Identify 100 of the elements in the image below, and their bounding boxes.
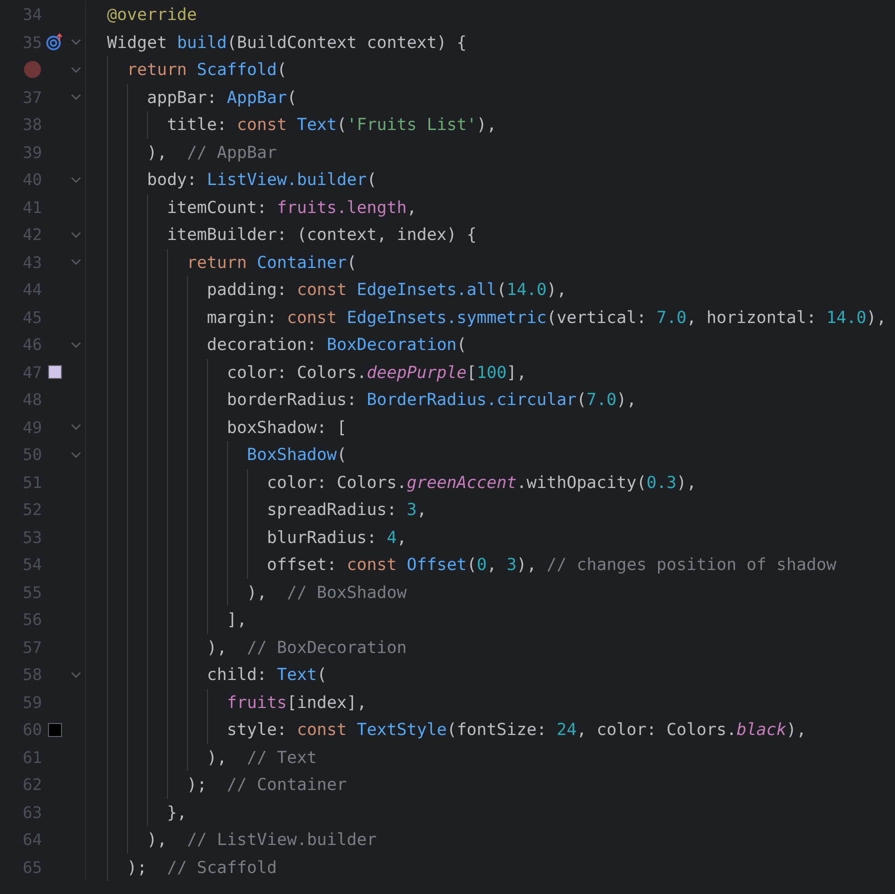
- code-text: ],: [226, 610, 247, 630]
- code-text: color: Colors.: [226, 362, 367, 382]
- code-text: ),: [546, 280, 567, 300]
- code-text: style:: [226, 720, 288, 740]
- code-text: blurRadius:: [266, 528, 378, 547]
- code-text: title:: [166, 115, 228, 134]
- code-number: 100: [476, 362, 507, 382]
- fold-chevron-icon[interactable]: [71, 452, 81, 458]
- code-keyword: const: [346, 555, 398, 574]
- code-number: 24: [556, 720, 577, 740]
- code-text: (: [496, 280, 507, 300]
- code-text: ),: [206, 748, 228, 767]
- code-identifier: Offset: [406, 555, 467, 574]
- code-text: appBar:: [146, 88, 218, 107]
- code-text: ,: [416, 500, 427, 520]
- code-text: ),: [146, 142, 168, 162]
- code-text: , horizontal:: [686, 308, 818, 327]
- code-text: Widget: [107, 32, 168, 52]
- code-text: ),: [206, 638, 228, 657]
- code-text: (: [276, 60, 287, 80]
- code-text: (: [456, 335, 467, 354]
- code-text: ,: [396, 528, 407, 547]
- code-text: padding:: [206, 280, 288, 300]
- code-identifier: Text: [276, 665, 317, 684]
- code-keyword: return: [186, 252, 248, 272]
- code-comment: // Scaffold: [166, 858, 277, 877]
- code-number: 3: [506, 555, 517, 574]
- code-text: margin:: [206, 308, 278, 327]
- fold-chevron-icon[interactable]: [71, 94, 81, 100]
- code-text: ),: [476, 115, 497, 134]
- code-text: (: [336, 115, 347, 134]
- code-identifier: Container: [256, 252, 347, 272]
- code-identifier: EdgeInsets.all: [356, 280, 497, 300]
- fold-chevron-icon[interactable]: [71, 232, 81, 238]
- code-number: 7.0: [656, 308, 686, 327]
- code-text: ),: [676, 472, 696, 492]
- code-text: [: [466, 362, 477, 382]
- code-text: (BuildContext context) {: [226, 32, 467, 52]
- code-comment: // BoxDecoration: [246, 638, 407, 657]
- code-text: (: [286, 88, 297, 107]
- code-number: 4: [386, 528, 397, 547]
- code-identifier: BorderRadius.circular: [366, 390, 577, 410]
- fold-chevron-icon[interactable]: [71, 424, 81, 430]
- code-text: (: [346, 252, 357, 272]
- code-text: ),: [866, 308, 886, 327]
- code-text: itemCount:: [166, 198, 268, 217]
- code-comment: // BoxShadow: [286, 582, 407, 602]
- code-identifier: Text: [296, 115, 337, 134]
- code-text: ),: [616, 390, 637, 410]
- code-number: 0.3: [646, 472, 676, 492]
- code-text: (vertical:: [546, 308, 648, 327]
- code-text: (: [366, 170, 377, 190]
- code-text: body:: [146, 170, 198, 190]
- code-field: fruits.length: [276, 198, 407, 217]
- code-constant: black: [736, 720, 786, 740]
- code-text: , color: Colors.: [576, 720, 736, 740]
- code-text: itemBuilder: (context, index) {: [166, 225, 477, 244]
- code-text: .withOpacity(: [516, 472, 646, 492]
- code-identifier: Scaffold: [196, 60, 277, 80]
- code-text: ),: [146, 830, 168, 850]
- code-number: 7.0: [586, 390, 617, 410]
- fold-chevron-icon[interactable]: [71, 342, 81, 348]
- code-constant: deepPurple: [366, 362, 467, 382]
- code-text: color: Colors.: [266, 472, 407, 492]
- code-text: (: [316, 665, 327, 684]
- color-swatch-icon[interactable]: [48, 365, 62, 380]
- code-text: ),: [246, 582, 268, 602]
- fold-chevron-icon[interactable]: [71, 672, 81, 678]
- code-text: child:: [206, 665, 268, 684]
- code-keyword: const: [236, 115, 288, 134]
- code-text: ,: [406, 198, 417, 217]
- code-text: spreadRadius:: [266, 500, 398, 520]
- code-identifier: EdgeInsets.symmetric: [346, 308, 547, 327]
- fold-chevron-icon[interactable]: [71, 176, 81, 183]
- code-keyword: const: [296, 280, 348, 300]
- code-text: (fontSize:: [446, 720, 548, 740]
- code-annotation: @override: [107, 5, 197, 24]
- fold-chevron-icon[interactable]: [71, 259, 81, 266]
- code-identifier: ListView.builder: [206, 170, 367, 190]
- code-keyword: const: [296, 720, 348, 740]
- code-text: borderRadius:: [226, 390, 358, 410]
- code-number: 14.0: [506, 280, 547, 300]
- code-identifier: BoxDecoration: [326, 335, 457, 354]
- code-number: 3: [406, 500, 417, 520]
- code-identifier: TextStyle: [356, 720, 447, 740]
- code-comment: // AppBar: [186, 142, 277, 162]
- code-field: fruits: [107, 692, 287, 712]
- code-text: offset:: [266, 555, 338, 574]
- code-identifier: BoxShadow: [246, 445, 337, 464]
- code-text: ),: [516, 555, 538, 574]
- code-comment: // changes position of shadow: [546, 555, 836, 574]
- color-swatch-icon[interactable]: [48, 722, 62, 737]
- breakpoint-icon[interactable]: [24, 61, 41, 78]
- code-identifier: build: [176, 32, 227, 52]
- code-comment: // ListView.builder: [186, 830, 377, 850]
- code-constant: greenAccent: [406, 472, 517, 492]
- code-text: decoration:: [206, 335, 318, 354]
- code-keyword: const: [286, 308, 338, 327]
- fold-chevron-icon[interactable]: [71, 66, 81, 73]
- fold-chevron-icon[interactable]: [71, 39, 81, 46]
